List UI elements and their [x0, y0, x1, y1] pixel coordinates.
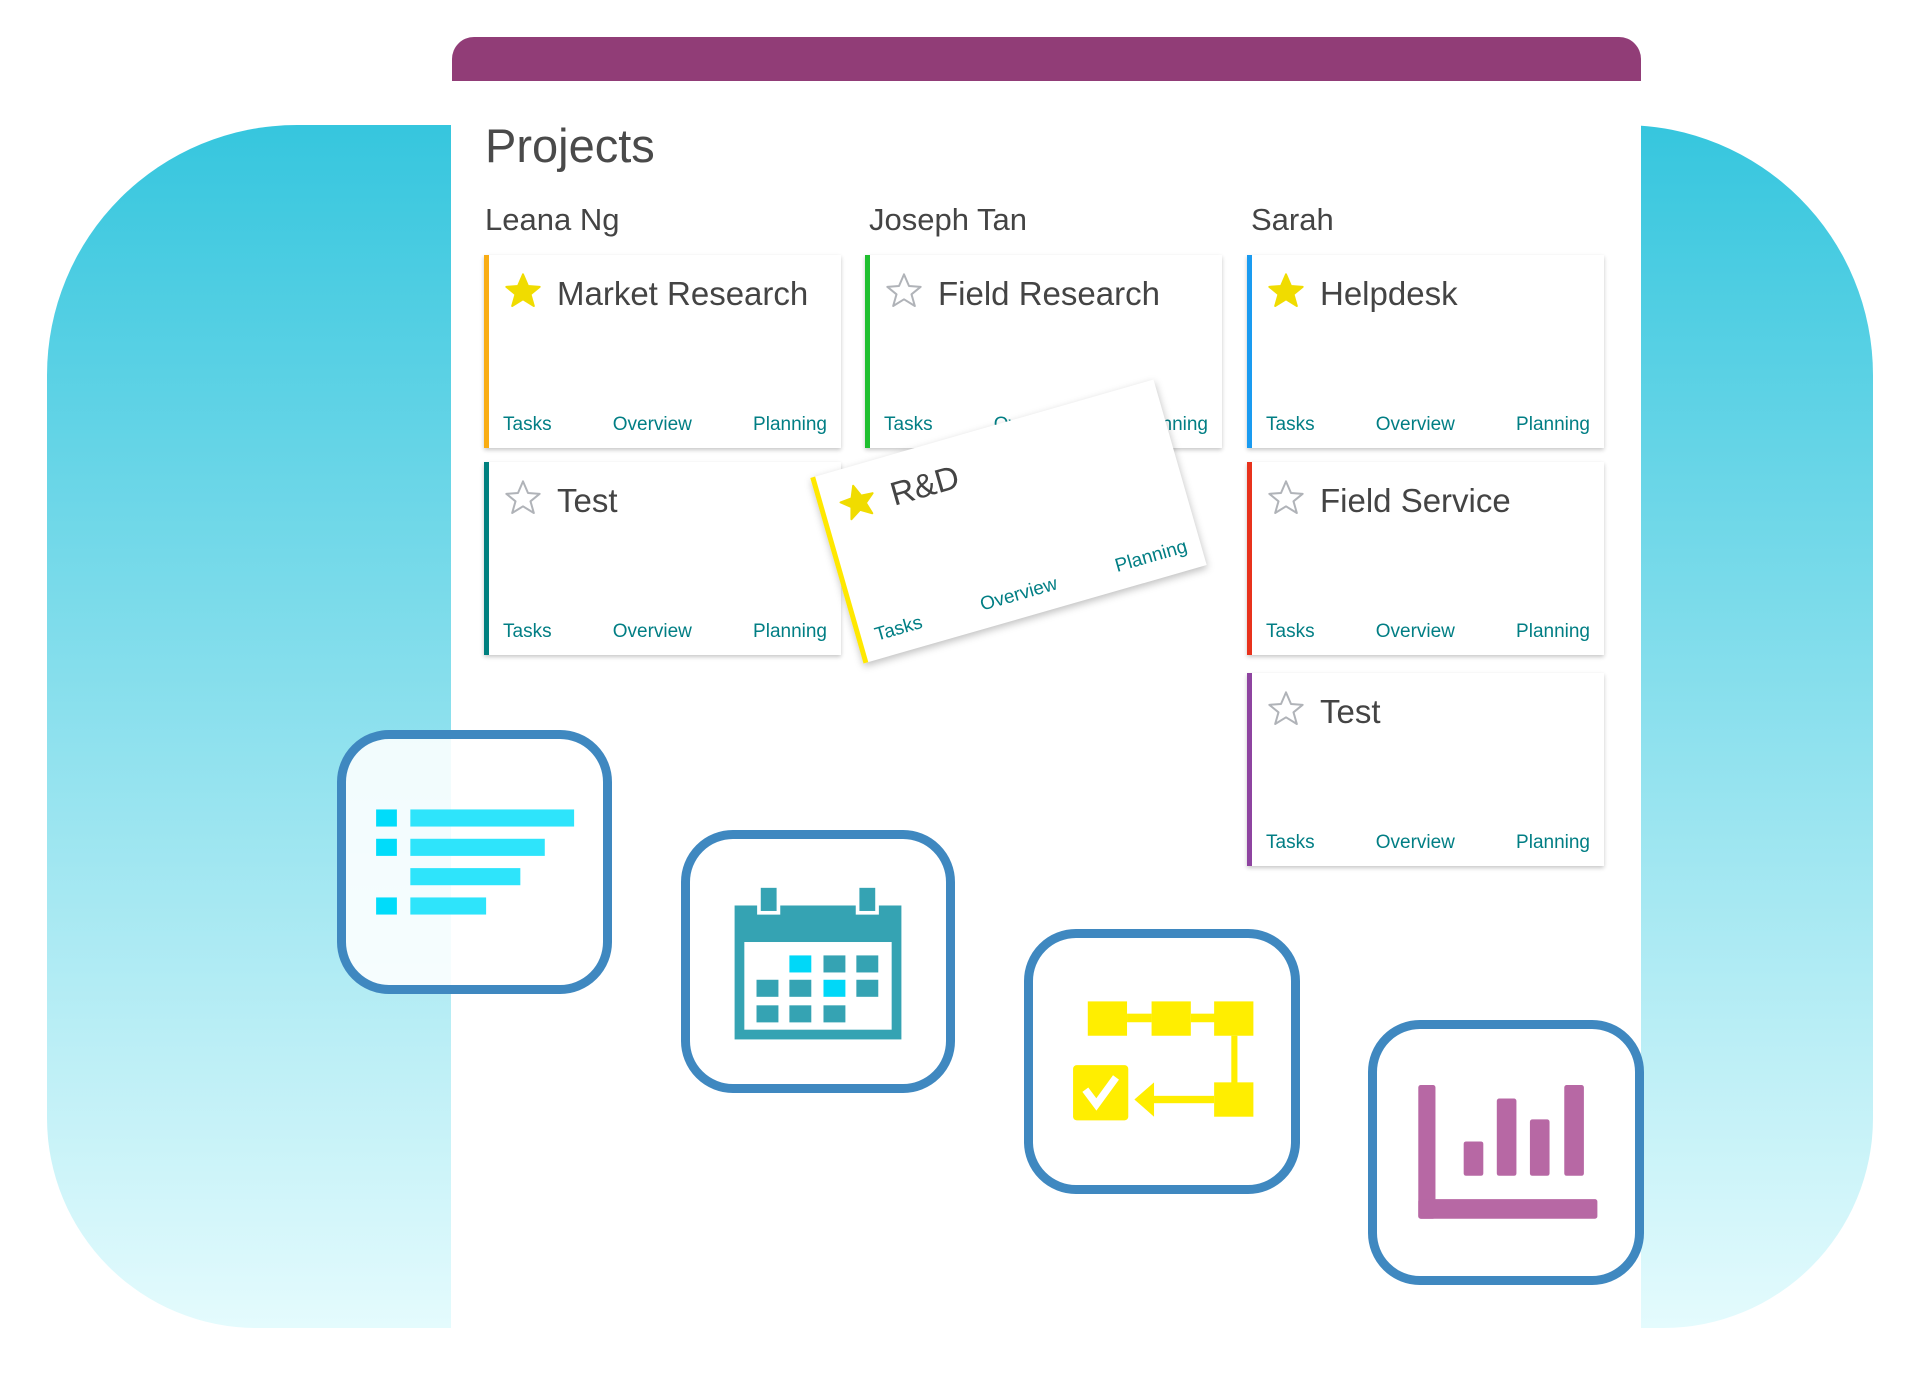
overview-link[interactable]: Overview — [978, 573, 1060, 616]
column-header-joseph-tan: Joseph Tan — [869, 202, 1027, 237]
project-card-market-research[interactable]: Market Research Tasks Overview Planning — [484, 255, 841, 448]
overview-link[interactable]: Overview — [1376, 414, 1455, 436]
star-outline-icon[interactable] — [884, 271, 924, 311]
column-header-leana-ng: Leana Ng — [485, 202, 620, 237]
planning-link[interactable]: Planning — [1516, 832, 1590, 854]
calendar-feature-box — [681, 830, 955, 1093]
planning-link[interactable]: Planning — [753, 414, 827, 436]
tasks-link[interactable]: Tasks — [503, 414, 552, 436]
project-links: Tasks Overview Planning — [503, 621, 827, 643]
bar-chart-icon — [1418, 1085, 1598, 1219]
planning-link[interactable]: Planning — [1516, 621, 1590, 643]
list-feature-box — [337, 730, 612, 994]
tasks-link[interactable]: Tasks — [1266, 832, 1315, 854]
planning-link[interactable]: Planning — [1516, 414, 1590, 436]
tasks-link[interactable]: Tasks — [1266, 414, 1315, 436]
overview-link[interactable]: Overview — [613, 621, 692, 643]
list-icon — [376, 809, 575, 915]
workflow-icon — [1073, 1001, 1254, 1121]
project-title[interactable]: Test — [1320, 693, 1381, 731]
planning-link[interactable]: Planning — [753, 621, 827, 643]
column-header-sarah: Sarah — [1251, 202, 1334, 237]
project-links: Tasks Overview Planning — [503, 414, 827, 436]
star-filled-icon[interactable] — [503, 271, 543, 311]
top-bar — [452, 37, 1641, 81]
project-title[interactable]: R&D — [886, 458, 963, 514]
workflow-feature-box — [1024, 929, 1300, 1194]
overview-link[interactable]: Overview — [1376, 832, 1455, 854]
tasks-link[interactable]: Tasks — [872, 612, 925, 647]
planning-link[interactable]: Planning — [1113, 536, 1190, 578]
project-links: Tasks Overview Planning — [1266, 414, 1590, 436]
star-filled-icon[interactable] — [833, 477, 882, 526]
project-card-field-service[interactable]: Field Service Tasks Overview Planning — [1247, 462, 1604, 655]
tasks-link[interactable]: Tasks — [884, 414, 933, 436]
project-card-test[interactable]: Test Tasks Overview Planning — [484, 462, 841, 655]
star-outline-icon[interactable] — [1266, 478, 1306, 518]
overview-link[interactable]: Overview — [1376, 621, 1455, 643]
project-title[interactable]: Market Research — [557, 275, 808, 313]
chart-feature-box — [1368, 1020, 1644, 1285]
calendar-icon — [734, 884, 902, 1040]
project-card-helpdesk[interactable]: Helpdesk Tasks Overview Planning — [1247, 255, 1604, 448]
overview-link[interactable]: Overview — [613, 414, 692, 436]
star-outline-icon[interactable] — [1266, 689, 1306, 729]
tasks-link[interactable]: Tasks — [503, 621, 552, 643]
project-card-test[interactable]: Test Tasks Overview Planning — [1247, 673, 1604, 866]
project-title[interactable]: Helpdesk — [1320, 275, 1458, 313]
project-title[interactable]: Test — [557, 482, 618, 520]
star-outline-icon[interactable] — [503, 478, 543, 518]
tasks-link[interactable]: Tasks — [1266, 621, 1315, 643]
project-title[interactable]: Field Research — [938, 275, 1160, 313]
project-links: Tasks Overview Planning — [1266, 832, 1590, 854]
star-filled-icon[interactable] — [1266, 271, 1306, 311]
project-links: Tasks Overview Planning — [1266, 621, 1590, 643]
project-title[interactable]: Field Service — [1320, 482, 1511, 520]
page-title: Projects — [485, 119, 655, 172]
